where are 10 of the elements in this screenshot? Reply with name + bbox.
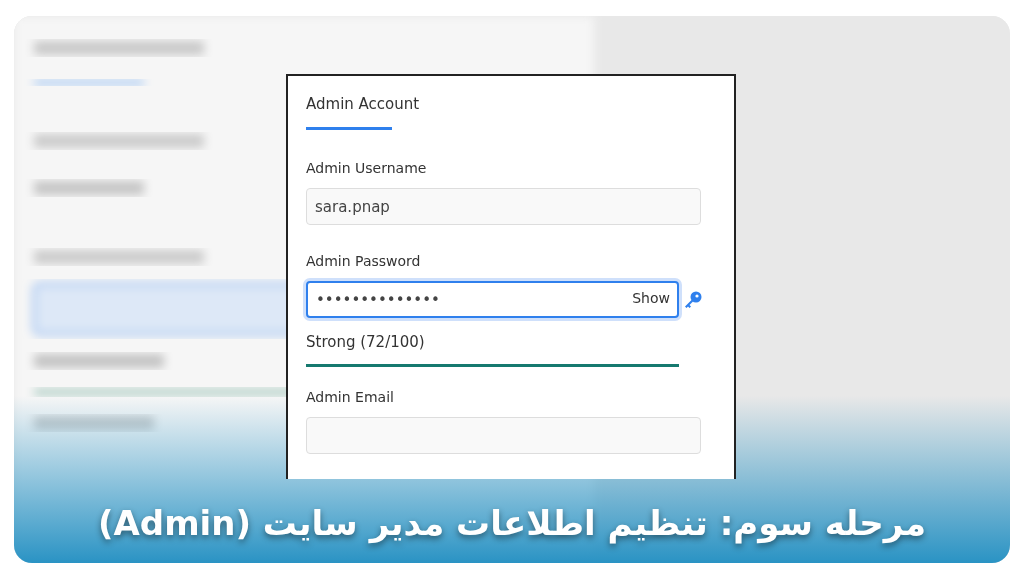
strength-label: Strong (72/100): [306, 332, 425, 353]
caption: مرحله سوم: تنظیم اطلاعات مدیر سایت (Admin): [97, 502, 927, 546]
field-label: Admin Email: [306, 388, 394, 407]
key-icon[interactable]: [683, 289, 703, 310]
show-toggle[interactable]: Show: [632, 290, 670, 307]
input-field[interactable]: [306, 417, 701, 454]
input-field[interactable]: sara.pnap: [306, 188, 701, 225]
field-label: Admin Username: [306, 159, 427, 178]
section-title: Admin Account: [306, 94, 420, 115]
field-label: Admin Password: [306, 252, 421, 271]
